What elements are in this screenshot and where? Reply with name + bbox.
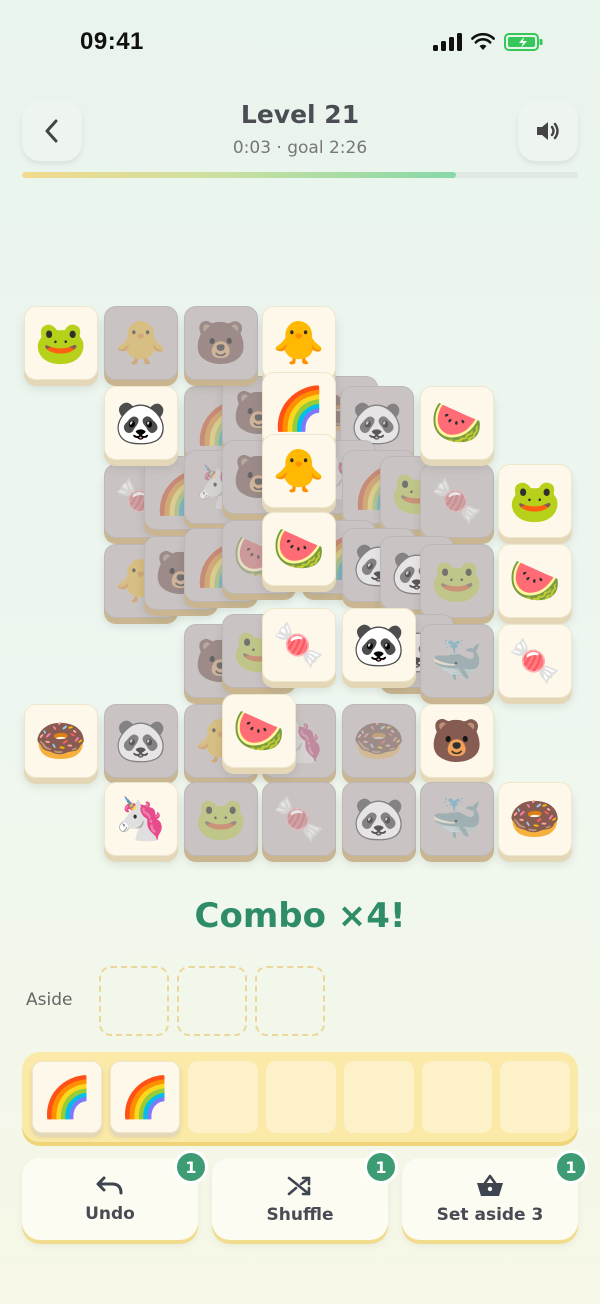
- tray-slot-empty: [344, 1061, 414, 1133]
- tray-slot-empty: [422, 1061, 492, 1133]
- tile-board: 🌈🐻🍩🐼🍬🌈🦄🐻🦄🌈🐸🍬🐥🐻🌈🍉🌈🐼🐼🐸🐻🐸🐼🐳🐥🦄🐸🐥🐻🐥🐼🍉🐸🍉🍬🍩🐼🍩🐻🦄…: [0, 0, 600, 880]
- tile[interactable]: 🦄: [104, 782, 178, 856]
- tile-emoji: 🍩: [508, 794, 562, 843]
- tile[interactable]: 🐻: [420, 704, 494, 778]
- tray-tile: 🌈: [110, 1061, 180, 1133]
- set-aside-count-badge: 1: [554, 1150, 588, 1184]
- set-aside-button[interactable]: Set aside 3 1: [402, 1150, 588, 1240]
- basket-icon: [477, 1174, 503, 1196]
- aside-slot: [255, 966, 325, 1036]
- combo-text: Combo ×4!: [194, 896, 406, 936]
- tile[interactable]: 🍉: [498, 544, 572, 618]
- tile[interactable]: 🐥: [262, 434, 336, 508]
- tile-emoji: 🐳: [430, 636, 484, 685]
- shuffle-label: Shuffle: [266, 1205, 334, 1225]
- shuffle-button[interactable]: Shuffle 1: [212, 1150, 398, 1240]
- tile-emoji: 🍬: [508, 636, 562, 685]
- tile-emoji: 🐸: [508, 476, 562, 525]
- tile[interactable]: 🐼: [104, 386, 178, 460]
- tile-emoji: 🍩: [34, 716, 88, 765]
- tile[interactable]: 🍩: [24, 704, 98, 778]
- tile-blocked: 🍬: [262, 782, 336, 856]
- tile[interactable]: 🍬: [498, 624, 572, 698]
- tile-emoji: 🌈: [272, 384, 326, 433]
- tray-tile: 🌈: [32, 1061, 102, 1133]
- tile-blocked: 🐸: [184, 782, 258, 856]
- set-aside-label: Set aside 3: [436, 1205, 544, 1225]
- aside-label: Aside: [26, 990, 73, 1010]
- undo-label: Undo: [85, 1204, 135, 1224]
- tile[interactable]: 🐼: [342, 608, 416, 682]
- tile-emoji: 🐥: [114, 318, 168, 367]
- tile-emoji: 🐳: [430, 794, 484, 843]
- tile-emoji: 🍉: [232, 706, 286, 755]
- tile-blocked: 🐸: [420, 544, 494, 618]
- tile-emoji: 🐼: [114, 398, 168, 447]
- tile[interactable]: 🍩: [498, 782, 572, 856]
- tile-blocked: 🐥: [104, 306, 178, 380]
- aside-slot: [177, 966, 247, 1036]
- tile-emoji: 🐸: [34, 318, 88, 367]
- tray-slot-empty: [188, 1061, 258, 1133]
- tile-blocked: 🐼: [104, 704, 178, 778]
- tile-emoji: 🍬: [430, 476, 484, 525]
- tile-blocked: 🍩: [342, 704, 416, 778]
- aside-slot: [99, 966, 169, 1036]
- tile-emoji: 🦄: [114, 794, 168, 843]
- tile-emoji: 🐥: [272, 318, 326, 367]
- tile-emoji: 🐼: [114, 716, 168, 765]
- tile-blocked: 🐻: [184, 306, 258, 380]
- tray-slot-empty: [266, 1061, 336, 1133]
- tile[interactable]: 🐸: [24, 306, 98, 380]
- tile-emoji: 🐸: [194, 794, 248, 843]
- tile-emoji: 🐼: [352, 794, 406, 843]
- tile-emoji: 🍉: [272, 524, 326, 573]
- tile-emoji: 🐼: [352, 620, 406, 669]
- tile-blocked: 🐼: [342, 782, 416, 856]
- tile-emoji: 🐼: [350, 398, 404, 447]
- tile-emoji: 🐻: [194, 318, 248, 367]
- undo-icon: [96, 1176, 123, 1195]
- tile-emoji: 🍬: [272, 794, 326, 843]
- tile[interactable]: 🍬: [262, 608, 336, 682]
- tile[interactable]: 🐥: [262, 306, 336, 380]
- tile-emoji: 🍬: [272, 620, 326, 669]
- tile[interactable]: 🐸: [498, 464, 572, 538]
- tile-blocked: 🍬: [420, 464, 494, 538]
- tile-emoji: 🍉: [430, 398, 484, 447]
- tile-blocked: 🐳: [420, 782, 494, 856]
- tile-emoji: 🍩: [352, 716, 406, 765]
- tray-slot-empty: [500, 1061, 570, 1133]
- shuffle-icon: [287, 1176, 311, 1196]
- shuffle-count-badge: 1: [364, 1150, 398, 1184]
- tile-emoji: 🐸: [430, 556, 484, 605]
- tile[interactable]: 🍉: [222, 694, 296, 768]
- undo-button[interactable]: Undo 1: [22, 1150, 208, 1240]
- tile-emoji: 🍉: [508, 556, 562, 605]
- tile-emoji: 🐥: [272, 446, 326, 495]
- tile[interactable]: 🍉: [420, 386, 494, 460]
- tile[interactable]: 🍉: [262, 512, 336, 586]
- tile-blocked: 🐳: [420, 624, 494, 698]
- undo-count-badge: 1: [174, 1150, 208, 1184]
- tile-tray: 🌈 🌈: [22, 1052, 578, 1142]
- tile-emoji: 🐻: [430, 716, 484, 765]
